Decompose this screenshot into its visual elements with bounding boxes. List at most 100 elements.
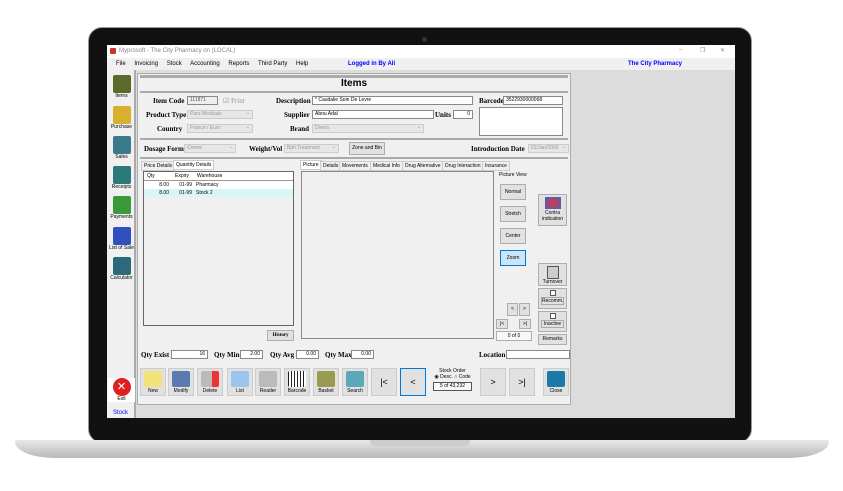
close-button[interactable]: Close bbox=[543, 368, 569, 396]
tab-price-details[interactable]: Price Details bbox=[141, 161, 176, 171]
barcode-list[interactable] bbox=[479, 107, 563, 136]
print-checkbox[interactable]: ☑ Print bbox=[223, 97, 245, 105]
tab-movements[interactable]: Movements bbox=[339, 161, 371, 171]
introduction-date-select[interactable]: 01/Jan/2000 bbox=[528, 144, 569, 153]
last-record-button[interactable]: >| bbox=[509, 368, 535, 396]
sidebar-item-purchase[interactable]: Purchase bbox=[108, 106, 135, 130]
tab-quantity-details[interactable]: Quantity Details bbox=[173, 160, 215, 170]
barcode-label: Barcode bbox=[287, 388, 307, 394]
remarks-button[interactable]: Remarks bbox=[538, 334, 567, 345]
exit-button[interactable]: ✕ Exit bbox=[108, 378, 135, 402]
inactive-checkbox[interactable] bbox=[549, 313, 556, 319]
zone-and-bin-button[interactable]: Zone and Bin bbox=[349, 142, 385, 155]
column-warehouse[interactable]: Warehouse bbox=[194, 172, 222, 180]
sidebar-label: Purchase bbox=[110, 124, 133, 130]
qty-max-field[interactable]: 0.00 bbox=[351, 350, 374, 359]
qty-avg-field[interactable]: 0.00 bbox=[296, 350, 319, 359]
product-type-select[interactable]: Para Medicals bbox=[187, 110, 253, 119]
quantity-grid: Qty Expiry Warehouse 8.00 01-99 Pharmacy… bbox=[143, 171, 294, 326]
desc-label: Desc. bbox=[440, 374, 453, 380]
country-select[interactable]: France / Euro bbox=[187, 124, 253, 133]
center-view-button[interactable]: Center bbox=[500, 228, 526, 244]
new-button[interactable]: New bbox=[140, 368, 166, 396]
sidebar-label: Payments bbox=[110, 214, 133, 220]
reader-label: Reader bbox=[259, 388, 277, 394]
tab-insurance[interactable]: Insurance bbox=[482, 161, 510, 171]
column-qty[interactable]: Qty bbox=[144, 172, 172, 180]
basket-button[interactable]: Basket bbox=[313, 368, 339, 396]
reader-button[interactable]: Reader bbox=[255, 368, 281, 396]
turnover-button[interactable]: Turnover bbox=[538, 263, 567, 286]
picture-next-button[interactable]: > bbox=[519, 303, 530, 316]
reader-icon bbox=[259, 371, 277, 387]
delete-button[interactable]: Delete bbox=[197, 368, 223, 396]
picture-last-button[interactable]: >| bbox=[519, 319, 531, 329]
sidebar-item-list-of-sale[interactable]: List of Sale bbox=[108, 227, 135, 251]
supplier-field[interactable]: Abou Adal bbox=[312, 110, 434, 119]
menu-file[interactable]: File bbox=[116, 61, 126, 67]
brand-select[interactable]: Divers bbox=[312, 124, 424, 133]
modify-button[interactable]: Modify bbox=[168, 368, 194, 396]
sidebar-item-sales[interactable]: Sales bbox=[108, 136, 135, 160]
previous-record-button[interactable]: < bbox=[400, 368, 426, 396]
qty-min-label: Qty Min bbox=[214, 351, 240, 359]
normal-view-button[interactable]: Normal bbox=[500, 184, 526, 200]
minimize-button[interactable]: – bbox=[679, 47, 682, 53]
tab-picture[interactable]: Picture bbox=[300, 160, 322, 170]
sidebar-item-items[interactable]: Items bbox=[108, 75, 135, 99]
qty-min-field[interactable]: 2.00 bbox=[240, 350, 263, 359]
dosage-form-select[interactable]: Creme bbox=[184, 144, 236, 153]
menu-accounting[interactable]: Accounting bbox=[190, 61, 220, 67]
close-label: Close bbox=[549, 388, 563, 394]
window-title: Myprosoft - The City Pharmacy on (LOCAL) bbox=[119, 48, 236, 54]
search-button[interactable]: Search bbox=[342, 368, 368, 396]
modify-icon bbox=[172, 371, 190, 387]
maximize-button[interactable]: ❐ bbox=[700, 47, 705, 54]
contra-indication-button[interactable]: Contra indication bbox=[538, 194, 567, 226]
list-of-sale-icon bbox=[112, 227, 131, 245]
weight-vol-label: Weight/Vol bbox=[249, 145, 283, 153]
recomm-checkbox[interactable] bbox=[549, 290, 556, 296]
sidebar-item-receipts[interactable]: Receipts bbox=[108, 166, 135, 190]
picture-prev-button[interactable]: < bbox=[507, 303, 518, 316]
sidebar-item-payments[interactable]: Payments bbox=[108, 196, 135, 220]
sidebar-label: Calculator bbox=[110, 275, 133, 281]
units-field[interactable]: 0 bbox=[453, 110, 473, 119]
sidebar-item-calculator[interactable]: Calculator bbox=[108, 257, 135, 281]
tab-drug-alternative[interactable]: Drug Alternative bbox=[402, 161, 444, 171]
column-expiry[interactable]: Expiry bbox=[172, 172, 194, 180]
tab-medical-info[interactable]: Medical Info bbox=[370, 161, 403, 171]
location-field[interactable] bbox=[506, 350, 570, 359]
tab-drug-interaction[interactable]: Drug Interaction bbox=[442, 161, 484, 171]
menu-help[interactable]: Help bbox=[296, 61, 308, 67]
qty-exist-field[interactable]: 16 bbox=[171, 350, 208, 359]
list-button[interactable]: List bbox=[227, 368, 253, 396]
menu-reports[interactable]: Reports bbox=[228, 61, 249, 67]
code-radio[interactable]: ○ Code bbox=[454, 374, 470, 380]
menu-invoicing[interactable]: Invoicing bbox=[134, 61, 158, 67]
desc-radio[interactable]: ◉ Desc. bbox=[434, 374, 453, 380]
weight-vol-select[interactable]: Bph Treatment bbox=[284, 144, 339, 153]
list-label: List bbox=[236, 388, 244, 394]
cell-warehouse: Stock 2 bbox=[196, 190, 213, 196]
next-record-button[interactable]: > bbox=[480, 368, 506, 396]
recomm-button[interactable]: Recomm. bbox=[541, 297, 564, 305]
history-button[interactable]: History bbox=[267, 330, 294, 341]
picture-first-button[interactable]: |< bbox=[496, 319, 508, 329]
table-row[interactable]: 8.00 01-99 Pharmacy bbox=[144, 181, 293, 189]
barcode-button[interactable]: Barcode bbox=[284, 368, 310, 396]
description-field[interactable]: * Caudalie Soin De Levre bbox=[312, 96, 473, 105]
close-window-button[interactable]: ✕ bbox=[720, 47, 725, 54]
status-text: Stock bbox=[113, 410, 129, 416]
menu-third-party[interactable]: Third Party bbox=[258, 61, 287, 67]
menu-stock[interactable]: Stock bbox=[167, 61, 182, 67]
item-code-field[interactable]: 111871 bbox=[187, 96, 218, 105]
first-record-button[interactable]: |< bbox=[371, 368, 397, 396]
units-label: Units bbox=[435, 111, 451, 119]
table-row[interactable]: 8.00 01-99 Stock 2 bbox=[144, 189, 293, 197]
stretch-view-button[interactable]: Stretch bbox=[500, 206, 526, 222]
barcode-field[interactable]: 3522930000068 bbox=[503, 96, 563, 105]
inactive-button[interactable]: Inactive bbox=[541, 320, 564, 328]
stock-order-group: Stock Order ◉ Desc. ○ Code 5 of 43,232 bbox=[429, 368, 476, 396]
zoom-view-button[interactable]: Zoom bbox=[500, 250, 526, 266]
